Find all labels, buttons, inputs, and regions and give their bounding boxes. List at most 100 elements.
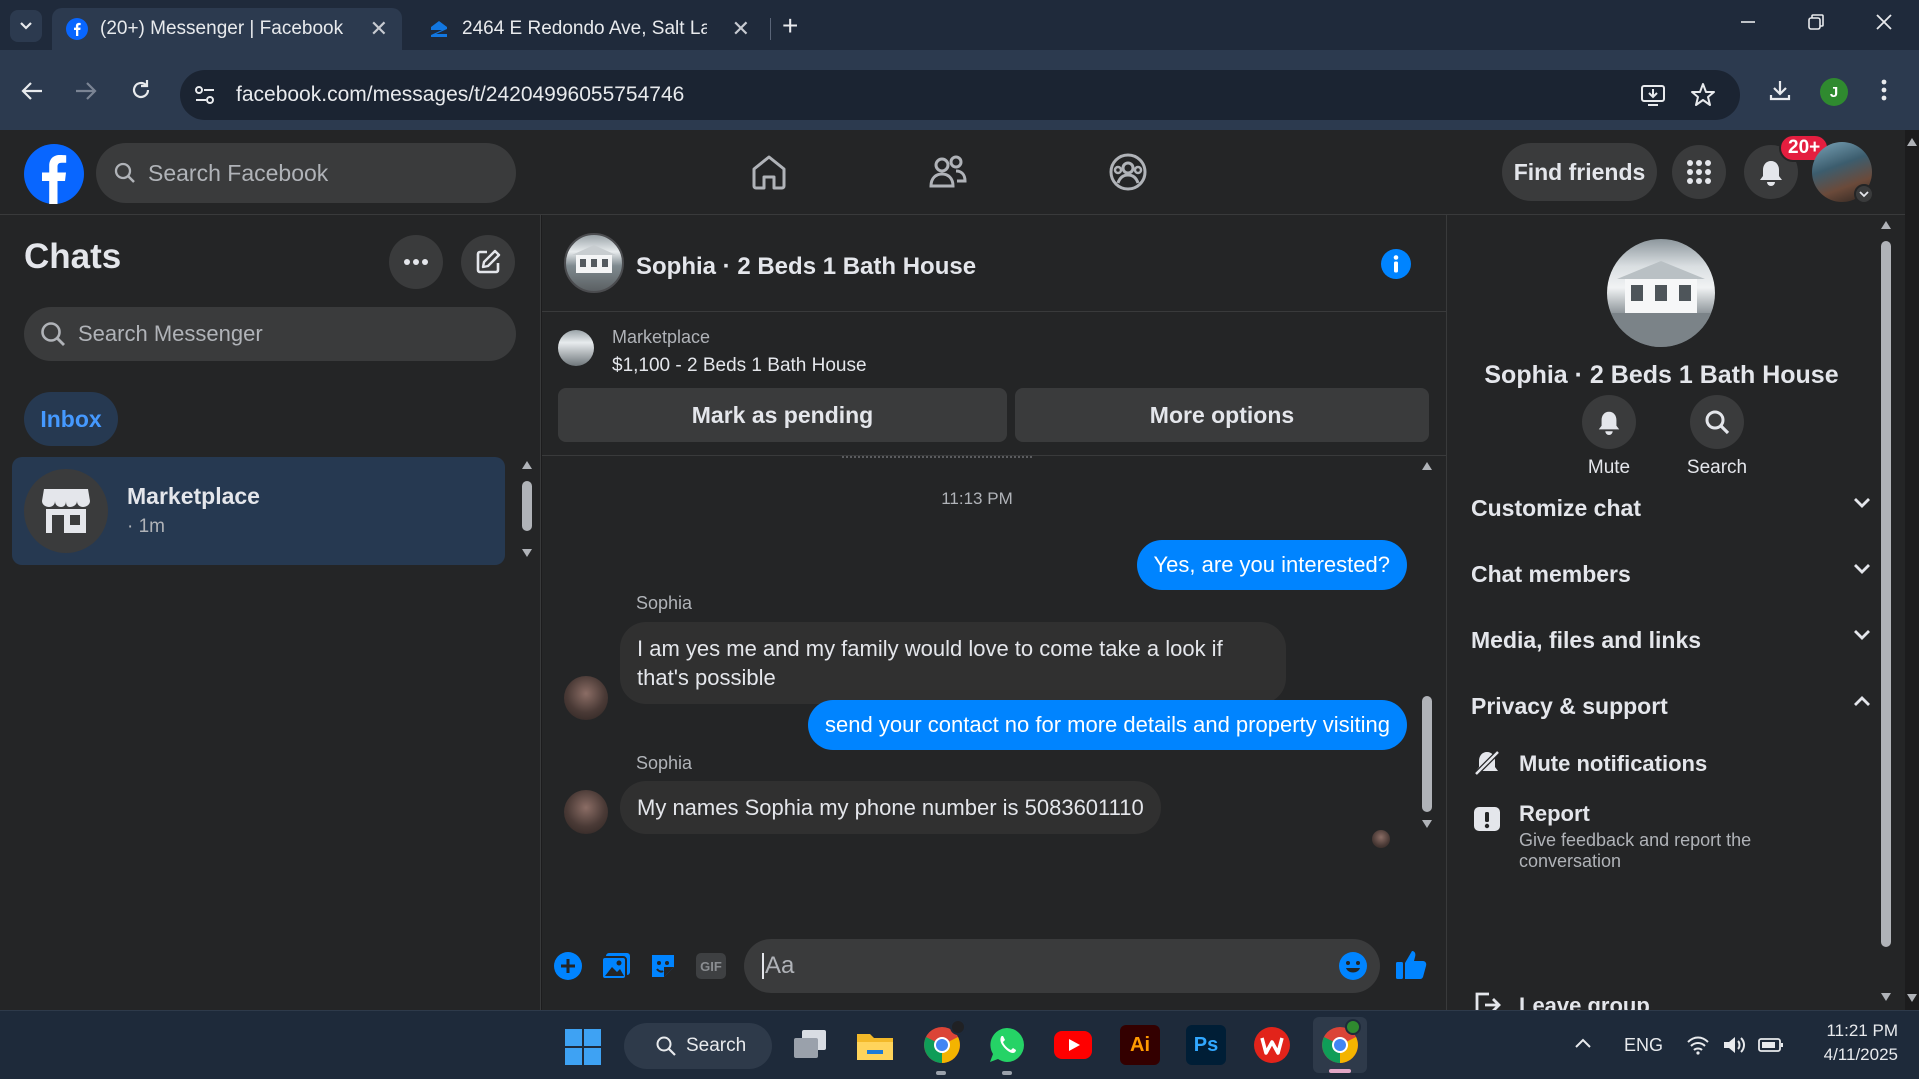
new-tab-button[interactable]: +: [782, 10, 798, 42]
active-app-highlight[interactable]: [1313, 1017, 1367, 1073]
account-avatar[interactable]: [1812, 142, 1874, 204]
nav-home[interactable]: [749, 152, 789, 192]
mute-notifications-item[interactable]: Mute notifications: [1471, 743, 1871, 783]
facebook-search-input[interactable]: Search Facebook: [96, 143, 516, 203]
close-window-button[interactable]: [1874, 12, 1894, 32]
youtube-icon[interactable]: [1053, 1025, 1093, 1065]
message-list-scrollbar[interactable]: [1420, 460, 1434, 930]
account-avatar-chevron[interactable]: [1854, 184, 1874, 204]
start-button[interactable]: [565, 1029, 601, 1065]
new-message-button[interactable]: [461, 235, 515, 289]
restore-button[interactable]: [1806, 12, 1826, 32]
chrome-taskbar-icon[interactable]: [922, 1019, 966, 1065]
nav-groups[interactable]: [1108, 152, 1148, 192]
photo-icon: [601, 953, 630, 980]
wps-office-icon[interactable]: [1252, 1025, 1292, 1065]
media-files-links-section[interactable]: Media, files and links: [1471, 627, 1871, 654]
clock[interactable]: 11:21 PM 4/11/2025: [1798, 1019, 1898, 1067]
wifi-icon[interactable]: [1686, 1035, 1710, 1055]
find-friends-button[interactable]: Find friends: [1502, 143, 1657, 201]
chats-list-scrollbar[interactable]: [520, 461, 534, 561]
details-panel-scrollbar[interactable]: [1879, 221, 1893, 1006]
chats-sidebar: Chats Search Messenger Inbox Marketplace…: [0, 215, 541, 1010]
tab-messenger[interactable]: (20+) Messenger | Facebook ✕: [52, 8, 402, 50]
message-input[interactable]: Aa: [744, 939, 1380, 993]
emoji-button[interactable]: [1338, 951, 1368, 981]
bookmark-star-icon[interactable]: [1690, 82, 1716, 108]
mark-as-pending-button[interactable]: Mark as pending: [558, 388, 1007, 442]
install-app-icon[interactable]: [1640, 83, 1666, 107]
facebook-logo[interactable]: [24, 144, 84, 204]
reload-button[interactable]: [129, 78, 153, 102]
photoshop-icon[interactable]: Ps: [1186, 1025, 1226, 1065]
whatsapp-icon[interactable]: [987, 1025, 1027, 1065]
mute-button[interactable]: [1582, 395, 1636, 449]
close-tab-icon[interactable]: ✕: [370, 16, 388, 42]
tab-search-dropdown-button[interactable]: [10, 10, 42, 42]
leave-group-item[interactable]: Leave group: [1471, 987, 1871, 1010]
scroll-thumb[interactable]: [522, 481, 532, 531]
privacy-support-section[interactable]: Privacy & support: [1471, 693, 1871, 720]
message-bubble-incoming[interactable]: I am yes me and my family would love to …: [620, 622, 1286, 704]
menu-button[interactable]: [1672, 145, 1726, 199]
mute-action[interactable]: Mute: [1567, 395, 1651, 479]
browser-menu-button[interactable]: [1880, 78, 1888, 102]
sophia-avatar[interactable]: [564, 790, 608, 834]
site-settings-icon[interactable]: [194, 85, 216, 105]
house-photo-icon: [572, 245, 616, 273]
more-options-button[interactable]: More options: [1015, 388, 1429, 442]
file-explorer-icon[interactable]: [855, 1025, 895, 1065]
clock-date: 4/11/2025: [1823, 1045, 1898, 1064]
gif-button[interactable]: GIF: [696, 953, 726, 979]
reload-icon: [132, 80, 150, 99]
friends-icon: [929, 155, 967, 188]
customize-chat-section[interactable]: Customize chat: [1471, 495, 1871, 522]
message-bubble-outgoing[interactable]: send your contact no for more details an…: [808, 700, 1407, 750]
message-bubble-incoming[interactable]: My names Sophia my phone number is 50836…: [620, 781, 1161, 834]
nav-friends[interactable]: [928, 152, 968, 192]
tab-zillow[interactable]: 2464 E Redondo Ave, Salt Lake ✕: [414, 8, 764, 50]
forward-button[interactable]: [74, 80, 98, 102]
emoji-icon: [1339, 952, 1367, 980]
inbox-filter-tab[interactable]: Inbox: [24, 392, 118, 446]
language-indicator[interactable]: ENG: [1624, 1035, 1663, 1056]
scroll-thumb[interactable]: [1422, 696, 1432, 812]
close-tab-icon[interactable]: ✕: [732, 16, 750, 42]
messenger-search-input[interactable]: Search Messenger: [24, 307, 516, 361]
conversation-avatar[interactable]: [564, 233, 624, 293]
url-text: facebook.com/messages/t/2420499605575474…: [236, 83, 685, 106]
chat-members-section[interactable]: Chat members: [1471, 561, 1871, 588]
conversation-header: Sophia · 2 Beds 1 Bath House: [542, 215, 1446, 312]
attach-photo-button[interactable]: [601, 952, 631, 980]
downloads-button[interactable]: [1768, 78, 1792, 102]
conversation-title[interactable]: Sophia · 2 Beds 1 Bath House: [636, 253, 976, 281]
message-bubble-outgoing[interactable]: Yes, are you interested?: [1136, 540, 1407, 590]
minimize-button[interactable]: [1738, 12, 1758, 32]
task-view-icon[interactable]: [790, 1025, 830, 1065]
search-action[interactable]: Search: [1675, 395, 1759, 479]
facebook-logo-icon: [24, 144, 84, 204]
like-send-button[interactable]: [1394, 948, 1428, 982]
scroll-up-icon: [522, 461, 532, 469]
page-scrollbar[interactable]: [1905, 130, 1919, 1010]
profile-avatar-button[interactable]: J: [1820, 78, 1848, 106]
chat-list-item[interactable]: Marketplace · 1m: [12, 457, 505, 565]
battery-icon[interactable]: [1758, 1037, 1784, 1053]
conversation-info-button[interactable]: [1381, 249, 1411, 279]
chats-options-button[interactable]: [389, 235, 443, 289]
taskbar-search[interactable]: Search: [624, 1023, 772, 1069]
more-actions-button[interactable]: [553, 951, 583, 981]
back-button[interactable]: [20, 80, 44, 102]
listing-title[interactable]: $1,100 - 2 Beds 1 Bath House: [612, 355, 867, 377]
sophia-avatar[interactable]: [564, 676, 608, 720]
show-hidden-icons[interactable]: [1574, 1037, 1592, 1049]
details-avatar[interactable]: [1607, 239, 1715, 347]
listing-thumbnail[interactable]: [558, 330, 594, 366]
illustrator-icon[interactable]: Ai: [1120, 1025, 1160, 1065]
search-in-conversation-button[interactable]: [1690, 395, 1744, 449]
address-bar[interactable]: facebook.com/messages/t/2420499605575474…: [180, 70, 1740, 120]
report-item[interactable]: Report Give feedback and report the conv…: [1471, 797, 1871, 877]
sticker-button[interactable]: [649, 952, 677, 980]
scroll-thumb[interactable]: [1881, 241, 1891, 947]
volume-icon[interactable]: [1722, 1035, 1748, 1055]
